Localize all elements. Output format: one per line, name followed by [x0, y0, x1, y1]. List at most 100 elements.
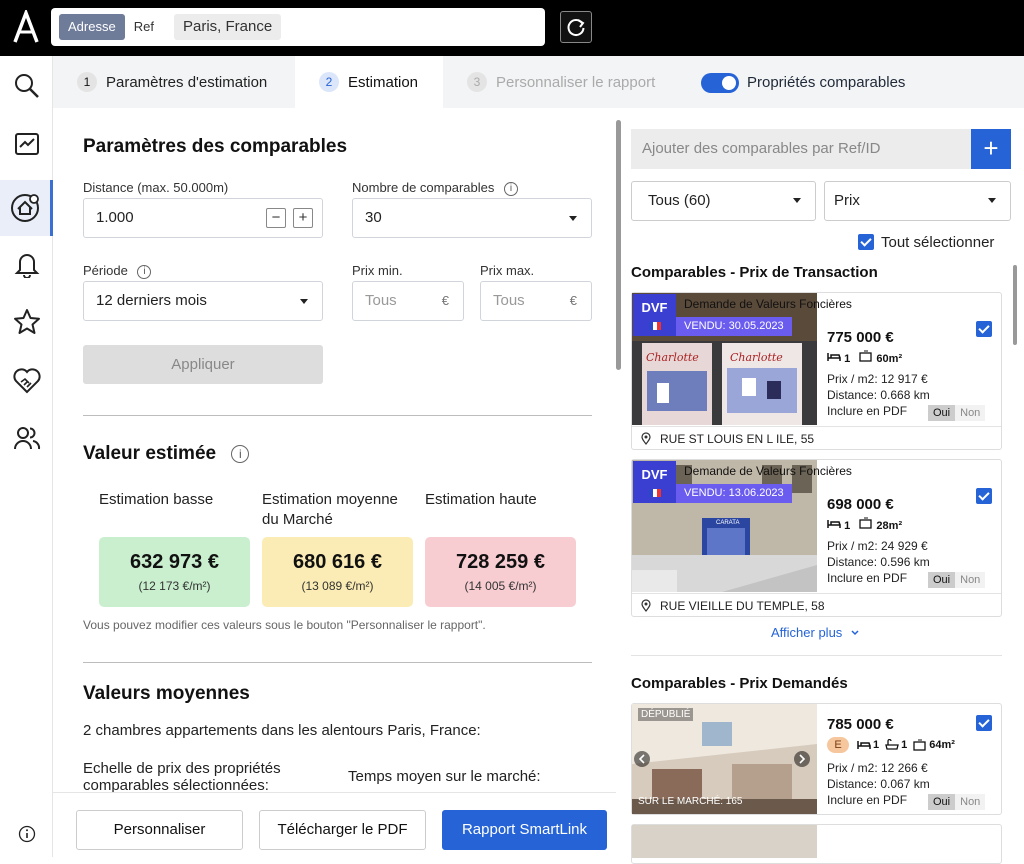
bedrooms-count: 1 [844, 520, 851, 532]
low-estimate-per-m2: (12 173 €/m²) [138, 579, 211, 593]
comparables-toggle[interactable] [701, 73, 739, 93]
apply-button[interactable]: Appliquer [83, 345, 323, 384]
smartlink-report-button[interactable]: Rapport SmartLink [442, 810, 607, 850]
tab-estimation-parameters[interactable]: 1 Paramètres d'estimation [77, 56, 267, 108]
pdf-toggle: Oui Non [928, 572, 986, 588]
chevron-down-icon [988, 198, 996, 203]
pdf-yes-button[interactable]: Oui [928, 794, 956, 810]
mode-address-button[interactable]: Adresse [59, 14, 125, 40]
days-on-market: SUR LE MARCHÉ: 165 [638, 796, 743, 807]
pdf-no-button[interactable]: Non [955, 572, 986, 588]
price-max-input[interactable]: Tous € [480, 281, 592, 321]
price-range-label: Echelle de prix des propriétés comparabl… [83, 760, 281, 794]
euro-icon: € [441, 293, 449, 308]
period-value: 12 derniers mois [96, 292, 207, 309]
sidebar-item-search[interactable] [0, 62, 53, 110]
card-features: 1 60m² [827, 350, 902, 365]
step-number: 3 [467, 72, 487, 92]
info-icon[interactable]: i [137, 264, 152, 279]
tab-customize-report[interactable]: 3 Personnaliser le rapport [467, 56, 655, 108]
add-comparable-button[interactable]: + [971, 129, 1011, 169]
card-features: E 1 1 64m² [827, 737, 955, 753]
bed-icon [827, 353, 841, 361]
averages-subtitle: 2 chambres appartements dans les alentou… [83, 722, 481, 739]
sidebar-item-info[interactable] [0, 810, 53, 858]
french-flag-icon [648, 322, 661, 330]
select-all-label: Tout sélectionner [881, 234, 995, 251]
users-icon [13, 427, 40, 450]
price-range-label-line1: Echelle de prix des propriétés [83, 760, 281, 777]
card-address: RUE ST LOUIS EN L ILE, 55 [632, 426, 1001, 450]
comparable-card[interactable]: CARATA DVF Demande de Valeurs Foncières … [631, 459, 1002, 617]
euro-icon: € [569, 293, 577, 308]
filter-select[interactable]: Tous (60) [631, 181, 816, 221]
increase-button[interactable]: + [293, 208, 313, 228]
high-estimate-value: 728 259 € [456, 551, 545, 573]
right-scrollbar[interactable] [1013, 265, 1017, 345]
toggle-label: Propriétés comparables [747, 73, 906, 91]
info-icon[interactable]: i [231, 444, 250, 463]
sidebar-item-deals[interactable] [0, 356, 53, 404]
show-more-text: Afficher plus [771, 625, 843, 640]
mid-estimate-value: 680 616 € [293, 551, 382, 573]
sold-date-badge: VENDU: 13.06.2023 [676, 484, 792, 503]
comparable-card[interactable]: Charlotte Charlotte DVF Demande de Valeu… [631, 292, 1002, 450]
pdf-yes-button[interactable]: Oui [928, 405, 956, 421]
pdf-no-button[interactable]: Non [955, 405, 986, 421]
sidebar-item-estimation[interactable] [0, 180, 53, 236]
count-select[interactable]: 30 [352, 198, 592, 238]
include-checkbox[interactable] [976, 715, 992, 731]
sidebar-item-alerts[interactable] [0, 240, 53, 288]
low-estimate-card: 632 973 € (12 173 €/m²) [99, 537, 250, 607]
customize-button[interactable]: Personnaliser [76, 810, 243, 850]
price-max-label: Prix max. [480, 263, 535, 278]
card-address-text: RUE VIEILLE DU TEMPLE, 58 [660, 599, 825, 613]
tab-estimation[interactable]: 2 Estimation [295, 56, 443, 108]
period-select[interactable]: 12 derniers mois [83, 281, 323, 321]
comparable-card[interactable]: DÉPUBLIÉ SUR LE MARCHÉ: 165 785 000 € E … [631, 703, 1002, 815]
sidebar-item-market[interactable] [0, 120, 53, 168]
include-checkbox[interactable] [976, 321, 992, 337]
show-more-link[interactable]: Afficher plus [771, 625, 860, 640]
comparable-card[interactable] [631, 824, 1002, 864]
distance-value: 1.000 [96, 209, 134, 226]
averages-title: Valeurs moyennes [83, 683, 250, 704]
bed-icon [827, 520, 841, 528]
card-address: RUE VIEILLE DU TEMPLE, 58 [632, 593, 1001, 617]
info-icon[interactable]: i [503, 181, 518, 196]
count-label: Nombre de comparables i [352, 180, 518, 196]
decrease-button[interactable]: − [266, 208, 286, 228]
distance-input[interactable]: 1.000 − + [83, 198, 323, 238]
pdf-yes-button[interactable]: Oui [928, 572, 956, 588]
include-checkbox[interactable] [976, 488, 992, 504]
address-chip[interactable]: Paris, France [174, 14, 281, 40]
pdf-no-button[interactable]: Non [955, 794, 986, 810]
high-estimate-card: 728 259 € (14 005 €/m²) [425, 537, 576, 607]
download-pdf-button[interactable]: Télécharger le PDF [259, 810, 426, 850]
step-number: 1 [77, 72, 97, 92]
data-source: Demande de Valeurs Foncières [684, 297, 852, 311]
area-icon [913, 739, 926, 751]
price-per-m2: Prix / m2: 12 266 € [827, 761, 928, 775]
mode-ref-button[interactable]: Ref [125, 14, 163, 40]
bedrooms-count: 1 [873, 739, 880, 751]
price-per-m2: Prix / m2: 24 929 € [827, 539, 928, 553]
chevron-down-icon [851, 630, 859, 636]
add-comparable-input[interactable]: Ajouter des comparables par Ref/ID [631, 129, 971, 169]
sold-date-badge: VENDU: 30.05.2023 [676, 317, 792, 336]
app-logo[interactable] [12, 10, 40, 44]
market-time-label: Temps moyen sur le marché: [348, 768, 541, 785]
distance: Distance: 0.668 km [827, 388, 930, 402]
sidebar-item-favorites[interactable] [0, 298, 53, 346]
include-pdf-label: Inclure en PDF [827, 571, 908, 585]
sidebar-item-contacts[interactable] [0, 414, 53, 462]
bed-icon [857, 741, 871, 749]
select-all-checkbox[interactable] [858, 234, 874, 250]
location-pin-icon [641, 432, 651, 445]
dvf-badge: DVF [633, 294, 676, 336]
refresh-button[interactable] [560, 11, 592, 43]
area-icon [859, 350, 873, 362]
price-min-input[interactable]: Tous € [352, 281, 464, 321]
sort-select[interactable]: Prix [824, 181, 1011, 221]
tab-label: Personnaliser le rapport [496, 73, 656, 91]
